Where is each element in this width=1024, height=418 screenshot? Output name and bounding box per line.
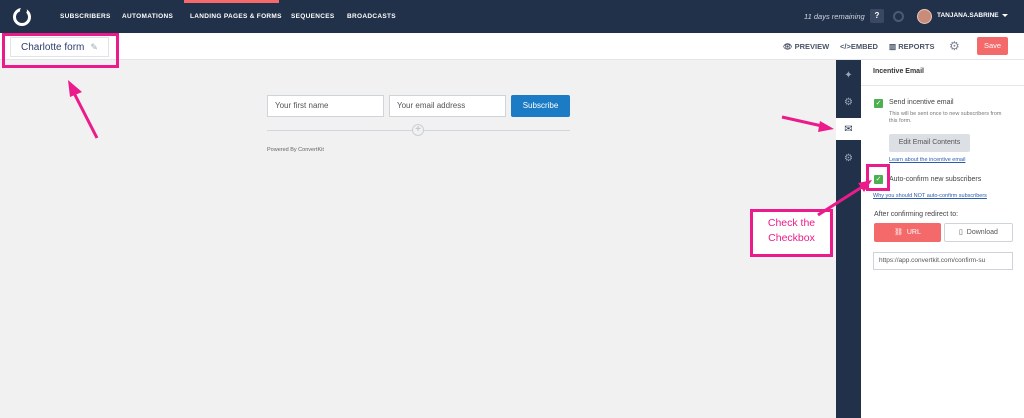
arrow-to-checkbox <box>817 185 863 217</box>
arrow-to-email-tab-head <box>818 121 834 132</box>
arrow-to-checkbox-head <box>858 180 872 192</box>
arrow-to-title <box>72 92 99 139</box>
arrow-to-title-head <box>68 80 82 97</box>
arrow-to-email-tab <box>781 115 823 128</box>
annotation-arrows <box>68 80 872 217</box>
